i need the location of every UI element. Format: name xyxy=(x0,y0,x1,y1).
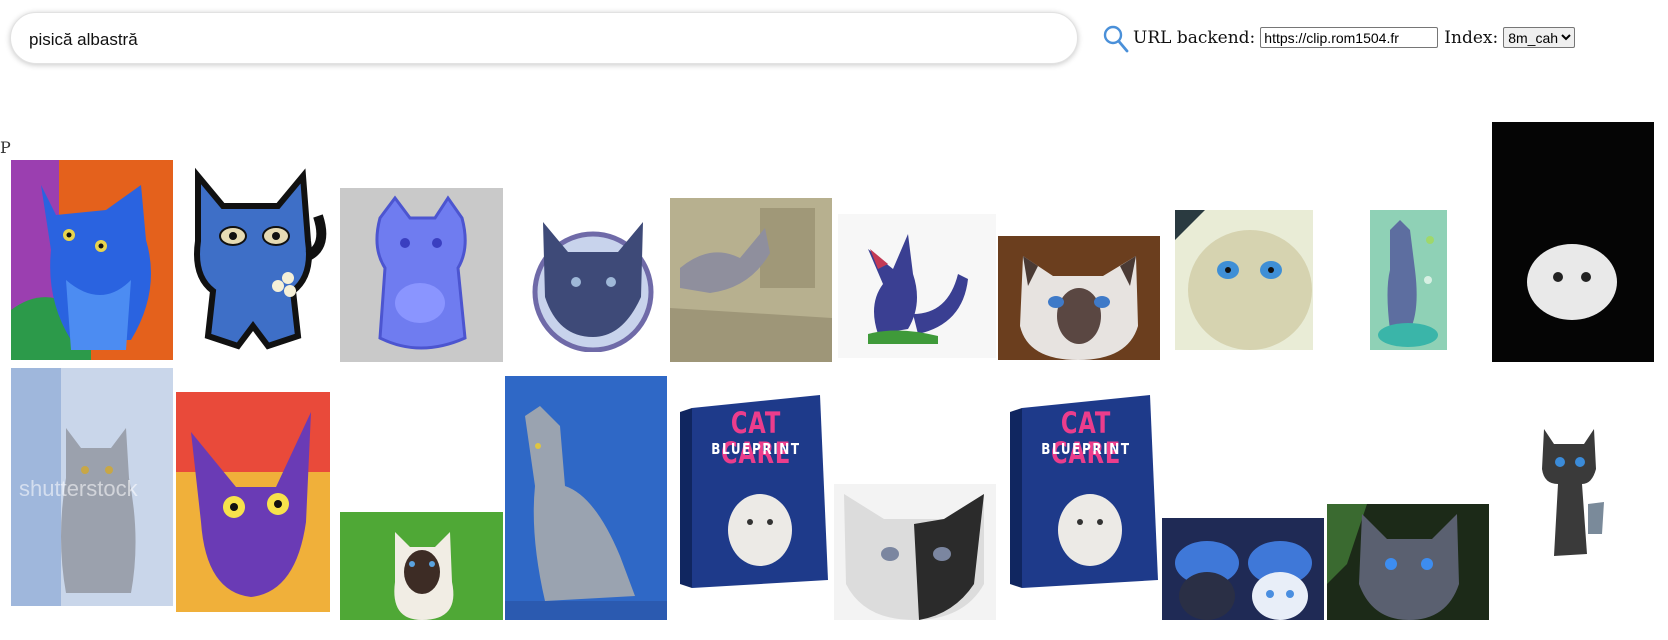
results-grid: shutterstock CAT CARE BLUEPRINT CAT CARE… xyxy=(0,0,1668,640)
grey-cat-blue-eyes-art xyxy=(1327,504,1489,620)
image-cat-care-book-1[interactable]: CAT CARE BLUEPRINT xyxy=(680,390,832,590)
image-kittens-blue-hats[interactable] xyxy=(1162,518,1324,620)
ragdoll-cat-art xyxy=(998,236,1160,360)
image-white-kitten-dark[interactable] xyxy=(1492,122,1654,362)
image-blue-cat-drawing[interactable] xyxy=(838,214,996,358)
book-subtitle-1: BLUEPRINT xyxy=(711,440,801,458)
siamese-on-grass-art xyxy=(340,512,503,620)
image-cat-face-painting[interactable] xyxy=(1175,210,1313,350)
cat-portrait-circle-art xyxy=(523,212,663,352)
image-teal-cat-art[interactable] xyxy=(1370,210,1447,350)
lucky-cat-mold-art xyxy=(340,188,503,362)
stock-watermark: shutterstock xyxy=(19,476,138,501)
blue-cat-patch-art xyxy=(178,166,331,356)
blue-cat-drawing-art xyxy=(838,214,996,358)
image-sepia-cat-photo[interactable] xyxy=(670,198,832,362)
image-cat-care-book-2[interactable]: CAT CARE BLUEPRINT xyxy=(1010,390,1162,590)
image-blue-cat-painting[interactable] xyxy=(11,160,173,360)
kittens-blue-hats-art xyxy=(1162,518,1324,620)
cat-face-painting-art xyxy=(1175,210,1313,350)
cartoon-cat-sketch-art xyxy=(1492,384,1654,584)
sepia-cat-photo-art xyxy=(670,198,832,362)
image-grey-cat-blue-eyes[interactable] xyxy=(1327,504,1489,620)
image-cat-portrait-circle[interactable] xyxy=(523,212,663,352)
book-subtitle-2: BLUEPRINT xyxy=(1041,440,1131,458)
book-title-2: CAT CARE xyxy=(1050,406,1122,470)
grey-white-cat-face-art xyxy=(834,484,996,620)
image-ragdoll-cat[interactable] xyxy=(998,236,1160,360)
white-kitten-dark-art xyxy=(1492,122,1654,362)
sphynx-cat-painting-art xyxy=(176,392,330,612)
image-grey-white-cat-face[interactable] xyxy=(834,484,996,620)
image-blue-lucky-cat-mold[interactable] xyxy=(340,188,503,362)
image-siamese-on-grass[interactable] xyxy=(340,512,503,620)
image-cartoon-cat-sketch[interactable] xyxy=(1492,384,1654,584)
russian-blue-cat-art xyxy=(505,376,667,620)
image-sphynx-cat-painting[interactable] xyxy=(176,392,330,612)
book-title-1: CAT CARE xyxy=(720,406,792,470)
image-russian-blue-cat[interactable] xyxy=(505,376,667,620)
blue-cat-painting-art xyxy=(11,160,173,360)
image-blue-cat-patch[interactable] xyxy=(178,166,331,356)
image-grey-kitten-stock[interactable]: shutterstock xyxy=(11,368,173,618)
teal-cat-art-art xyxy=(1370,210,1447,350)
